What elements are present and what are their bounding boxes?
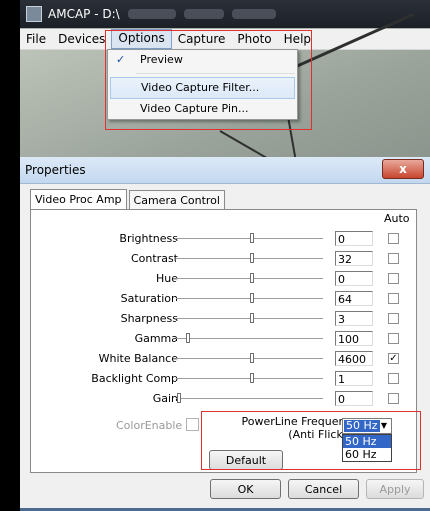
color-enable-checkbox[interactable] [186, 418, 200, 431]
auto-column-label: Auto [384, 212, 410, 225]
auto-checkbox[interactable] [388, 293, 399, 304]
desktop-edge [0, 0, 20, 511]
auto-checkbox[interactable] [388, 233, 399, 244]
highlight-box-powerline [201, 411, 421, 470]
property-label: Saturation [120, 292, 178, 305]
property-label: Gamma [134, 332, 178, 345]
blurred-title-part [183, 9, 224, 19]
auto-checkbox[interactable] [388, 373, 399, 384]
cancel-button[interactable]: Cancel [288, 479, 359, 499]
property-label: Backlight Comp [91, 372, 178, 385]
property-value-input[interactable]: 64 [335, 291, 373, 306]
menu-file[interactable]: File [20, 30, 52, 48]
camera-app-icon [26, 6, 42, 22]
property-value-input[interactable]: 1 [335, 371, 373, 386]
property-row: Saturation 64 [31, 290, 416, 308]
color-enable: ColorEnable [116, 418, 200, 432]
property-row: White Balance 4600 ✓ [31, 350, 416, 368]
slider-thumb[interactable] [185, 333, 190, 343]
property-label: Sharpness [120, 312, 178, 325]
property-value-input[interactable]: 0 [335, 231, 373, 246]
auto-checkbox[interactable] [388, 273, 399, 284]
property-value-input[interactable]: 4600 [335, 351, 373, 366]
tab-camera-control[interactable]: Camera Control [128, 190, 225, 210]
apply-button[interactable]: Apply [366, 479, 424, 499]
close-button[interactable]: x [382, 159, 424, 179]
video-proc-amp-panel: Auto Brightness 0 Contrast 32 Hue 0 Saturation… [30, 209, 421, 473]
amcap-titlebar: AMCAP - D:\ [20, 0, 430, 28]
slider-thumb[interactable] [250, 353, 255, 363]
property-row: Hue 0 [31, 270, 416, 288]
property-value-input[interactable]: 100 [335, 331, 373, 346]
auto-checkbox[interactable] [388, 253, 399, 264]
auto-checkbox[interactable] [388, 333, 399, 344]
auto-checkbox[interactable]: ✓ [388, 353, 399, 364]
properties-dialog: Properties x Video Proc Amp Camera Contr… [20, 157, 430, 511]
blurred-title-part [127, 9, 176, 19]
auto-checkbox[interactable] [388, 393, 399, 404]
tab-video-proc-amp[interactable]: Video Proc Amp [30, 189, 127, 211]
slider-thumb[interactable] [176, 393, 181, 403]
slider-thumb[interactable] [250, 313, 255, 323]
property-label: Brightness [119, 232, 178, 245]
property-value-input[interactable]: 0 [335, 391, 373, 406]
property-row: Gamma 100 [31, 330, 416, 348]
amcap-window: AMCAP - D:\ File Devices Options Capture… [20, 0, 430, 165]
properties-titlebar: Properties x [20, 157, 430, 184]
blurred-title-part [231, 9, 276, 19]
slider-thumb[interactable] [250, 273, 255, 283]
ok-button[interactable]: OK [210, 479, 281, 499]
property-label: Gain [152, 392, 178, 405]
property-label: White Balance [98, 352, 178, 365]
property-value-input[interactable]: 0 [335, 271, 373, 286]
properties-title: Properties [25, 163, 86, 177]
property-row: Sharpness 3 [31, 310, 416, 328]
property-label: Hue [155, 272, 178, 285]
amcap-title: AMCAP - D:\ [48, 7, 120, 21]
property-row: Gain 0 [31, 390, 416, 408]
slider-track[interactable] [176, 398, 323, 402]
auto-checkbox[interactable] [388, 313, 399, 324]
property-row: Brightness 0 [31, 230, 416, 248]
highlight-box-options [105, 30, 312, 130]
property-label: Contrast [130, 252, 178, 265]
slider-thumb[interactable] [250, 253, 255, 263]
slider-thumb[interactable] [250, 233, 255, 243]
property-row: Backlight Comp 1 [31, 370, 416, 388]
property-row: Contrast 32 [31, 250, 416, 268]
slider-thumb[interactable] [250, 293, 255, 303]
slider-track[interactable] [176, 338, 323, 342]
slider-thumb[interactable] [250, 373, 255, 383]
menu-devices[interactable]: Devices [52, 30, 111, 48]
tab-strip: Video Proc Amp Camera Control [30, 189, 225, 211]
property-value-input[interactable]: 32 [335, 251, 373, 266]
property-value-input[interactable]: 3 [335, 311, 373, 326]
